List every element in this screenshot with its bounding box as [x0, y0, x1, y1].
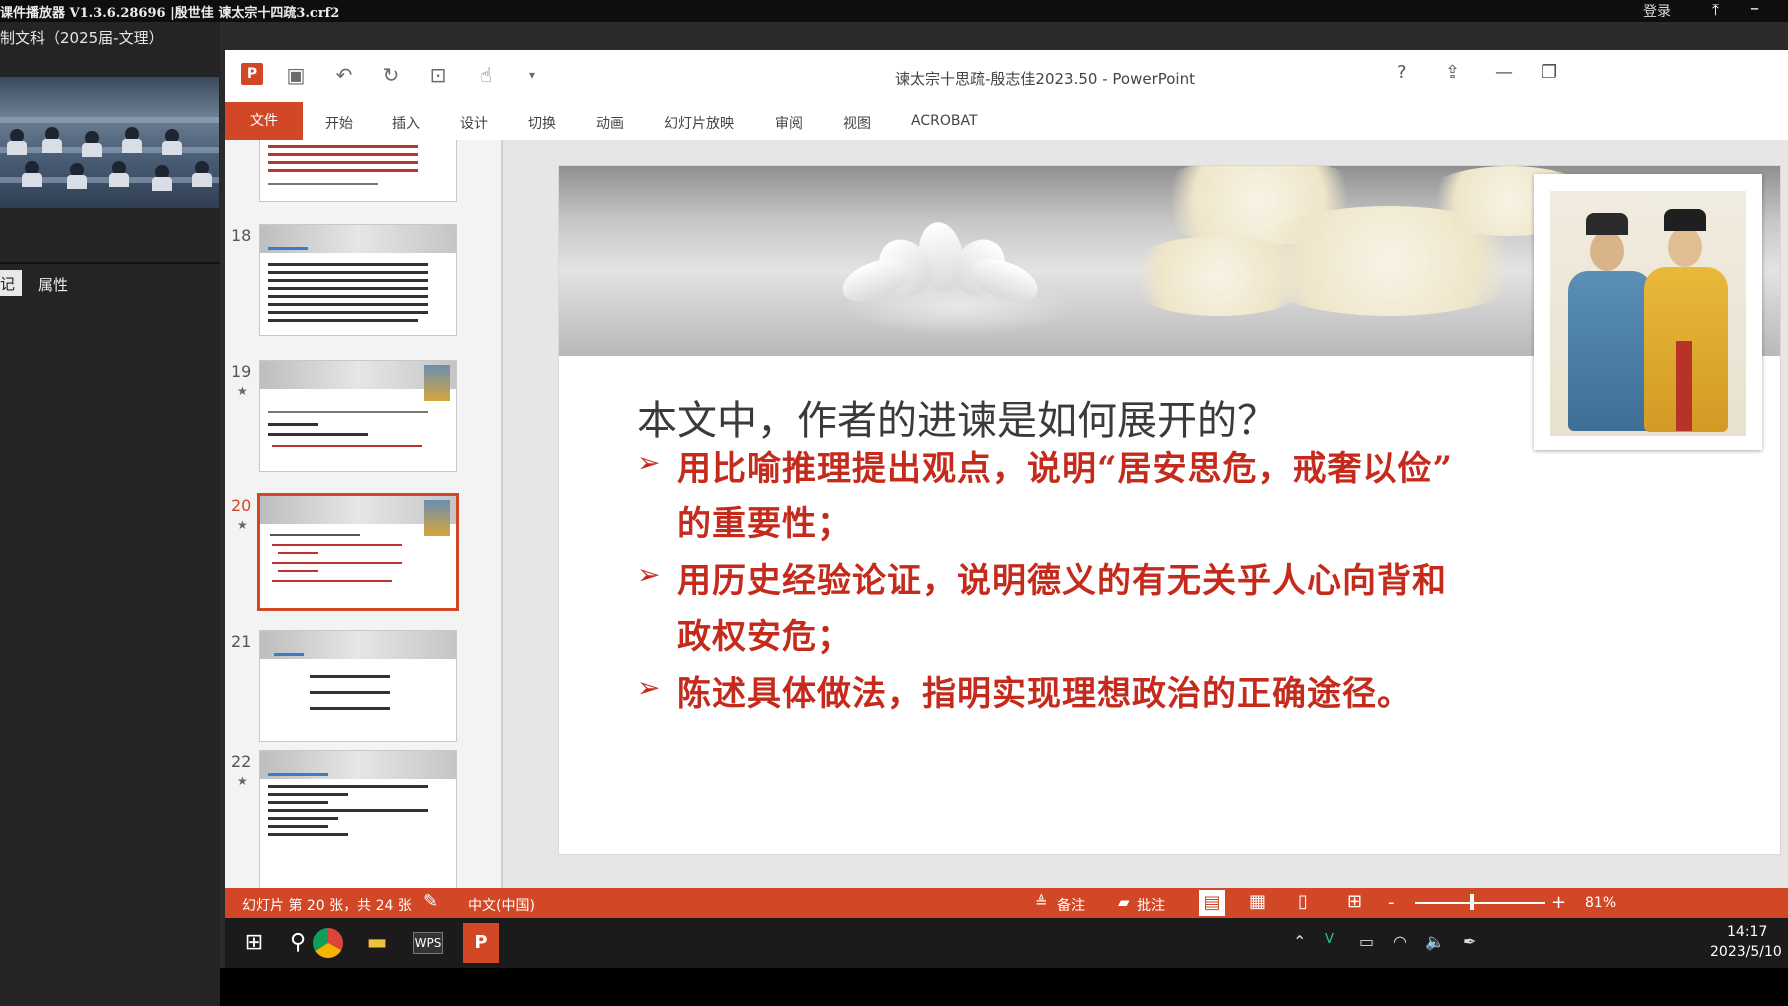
clock-date[interactable]: 2023/5/10 [1710, 944, 1782, 960]
bullet-arrow-icon: ➢ [637, 671, 661, 704]
touch-mode-icon[interactable]: ☝ [473, 62, 499, 88]
slide-counter: 幻灯片 第 20 张，共 24 张 [242, 898, 412, 914]
window-title: 谏太宗十思疏-殷志佳2023.50 - PowerPoint [895, 70, 1195, 88]
slide-thumbnail-21[interactable] [259, 630, 457, 742]
battery-icon[interactable]: ▭ [1359, 932, 1374, 951]
minimize-icon[interactable]: – [1750, 0, 1759, 19]
screen: 课件播放器 V1.3.6.28696 |殷世佳 谏太宗十四疏3.crf2 登录 … [0, 0, 1788, 1006]
slide-question: 本文中，作者的进谏是如何展开的？ [637, 398, 1277, 444]
slide-thumbnail-22[interactable] [259, 750, 457, 888]
tab-notes[interactable]: 记 [0, 270, 22, 296]
notes-button[interactable]: 备注 [1057, 895, 1085, 915]
ribbon-tabs: 文件 开始 插入 设计 切换 动画 幻灯片放映 审阅 视图 ACROBAT [225, 102, 1788, 140]
bullet-2-line-2: 政权安危； [677, 617, 852, 657]
bullet-1-line-1: 用比喻推理提出观点，说明“居安思危，戒奢以俭” [677, 449, 1454, 489]
quick-access-toolbar: P ▣ ↶ ↻ ⊡ ☝ ▾ 谏太宗十思疏-殷志佳2023.50 - PowerP… [225, 50, 1788, 102]
slide-number-20: 20 [231, 496, 252, 515]
bullet-2-line-1: 用历史经验论证，说明德义的有无关乎人心向背和 [677, 561, 1447, 601]
bullet-3-line-1: 陈述具体做法，指明实现理想政治的正确途径。 [677, 674, 1412, 714]
clock-time[interactable]: 14:17 [1727, 924, 1767, 940]
volume-muted-icon[interactable]: 🔈 [1425, 932, 1445, 951]
powerpoint-taskbar-icon[interactable]: P [463, 923, 499, 963]
classroom-video[interactable] [0, 77, 219, 208]
slide-number-19: 19 [231, 362, 252, 381]
login-button[interactable]: 登录 [1643, 1, 1671, 21]
zoom-out-button[interactable]: - [1388, 892, 1395, 913]
zoom-slider[interactable] [1415, 902, 1545, 904]
windows-start-icon[interactable]: ⊞ [239, 928, 269, 958]
tab-transitions[interactable]: 切换 [528, 113, 556, 133]
help-button[interactable]: ? [1397, 62, 1407, 83]
course-name: 制文科（2025届-文理） [0, 29, 164, 47]
slide-thumbnail-19[interactable] [259, 360, 457, 472]
status-bar: 幻灯片 第 20 张，共 24 张 ✎ 中文(中国) ≜ 备注 ▰ 批注 ▤ ▦… [225, 888, 1788, 918]
normal-view-icon[interactable]: ▤ [1199, 890, 1225, 916]
save-icon[interactable]: ▣ [283, 62, 309, 88]
notes-icon[interactable]: ≜ [1035, 893, 1048, 911]
thumbnail-pane[interactable]: 18 19 ★ 20 ★ 21 22 ★ [225, 140, 503, 888]
tab-animations[interactable]: 动画 [596, 113, 624, 133]
ribbon-display-icon[interactable]: ⇪ [1445, 62, 1460, 83]
reading-view-icon[interactable]: ▯ [1298, 891, 1308, 912]
animation-star-icon: ★ [237, 518, 248, 532]
player-bottom-area [220, 968, 1788, 1006]
player-title: 课件播放器 V1.3.6.28696 |殷世佳 谏太宗十四疏3.crf2 [0, 6, 340, 21]
undo-icon[interactable]: ↶ [331, 62, 357, 88]
tang-taizong-portrait-image [1550, 191, 1746, 436]
slide-thumbnail-20-selected[interactable] [257, 493, 459, 611]
tab-view[interactable]: 视图 [843, 113, 871, 133]
language-indicator[interactable]: 中文(中国) [468, 895, 535, 915]
comments-button[interactable]: 批注 [1137, 895, 1165, 915]
bullet-1-line-2: 的重要性； [677, 504, 852, 544]
tab-design[interactable]: 设计 [460, 113, 488, 133]
tray-app-icon[interactable]: V [1325, 932, 1334, 947]
tab-acrobat[interactable]: ACROBAT [911, 113, 978, 129]
tab-slideshow[interactable]: 幻灯片放映 [664, 113, 734, 133]
pin-icon[interactable]: ⤒ [1712, 0, 1719, 20]
restore-window-icon[interactable]: ❐ [1541, 62, 1557, 83]
panel-divider [0, 262, 220, 264]
pen-icon[interactable]: ✒ [1463, 932, 1476, 951]
start-slideshow-icon[interactable]: ⊡ [425, 62, 451, 88]
bullet-arrow-icon: ➢ [637, 446, 661, 479]
redo-icon[interactable]: ↻ [378, 62, 404, 88]
current-slide[interactable]: 本文中，作者的进谏是如何展开的？ ➢ 用比喻推理提出观点，说明“居安思危，戒奢以… [558, 165, 1781, 855]
slide-number-21: 21 [231, 632, 252, 651]
tab-home[interactable]: 开始 [325, 113, 353, 133]
player-title-bar: 课件播放器 V1.3.6.28696 |殷世佳 谏太宗十四疏3.crf2 登录 … [0, 0, 1788, 22]
animation-star-icon: ★ [237, 384, 248, 398]
bullet-arrow-icon: ➢ [637, 558, 661, 591]
slide-thumbnail-17[interactable] [259, 140, 457, 202]
tab-review[interactable]: 审阅 [775, 113, 803, 133]
slide-sorter-icon[interactable]: ▦ [1249, 891, 1266, 912]
tab-file[interactable]: 文件 [225, 102, 303, 140]
wps-icon[interactable]: WPS [413, 932, 443, 954]
tab-insert[interactable]: 插入 [392, 113, 420, 133]
spell-check-icon[interactable]: ✎ [423, 891, 438, 912]
workspace: 18 19 ★ 20 ★ 21 22 ★ 本文中，作者的进谏是如何展开的？ ➢ … [225, 140, 1788, 888]
search-icon[interactable]: ⚲ [283, 928, 313, 958]
zoom-level[interactable]: 81% [1585, 895, 1616, 911]
zoom-slider-knob[interactable] [1470, 894, 1474, 910]
tab-properties[interactable]: 属性 [38, 274, 68, 295]
powerpoint-window: P ▣ ↶ ↻ ⊡ ☝ ▾ 谏太宗十思疏-殷志佳2023.50 - PowerP… [225, 50, 1788, 918]
customize-toolbar-icon[interactable]: ▾ [519, 62, 545, 88]
chevron-up-icon[interactable]: ⌃ [1293, 932, 1306, 951]
portrait-frame [1534, 174, 1762, 450]
file-explorer-icon[interactable]: ▬ [362, 928, 392, 958]
slide-number-18: 18 [231, 226, 252, 245]
slide-number-22: 22 [231, 752, 252, 771]
powerpoint-logo-icon: P [241, 63, 263, 85]
comment-icon[interactable]: ▰ [1118, 893, 1130, 911]
slideshow-view-icon[interactable]: ⊞ [1347, 891, 1362, 912]
wifi-icon[interactable]: ◠ [1393, 932, 1407, 951]
animation-star-icon: ★ [237, 774, 248, 788]
slide-thumbnail-18[interactable] [259, 224, 457, 336]
thumbnail-scrollbar[interactable] [501, 140, 503, 888]
chrome-icon[interactable] [313, 928, 343, 958]
minimize-window-icon[interactable]: — [1495, 62, 1513, 83]
zoom-in-button[interactable]: + [1551, 892, 1566, 913]
taskbar: ⊞ ⚲ ▬ WPS P ⌃ V ▭ ◠ 🔈 ✒ 14:17 2023/5/10 [225, 918, 1788, 968]
